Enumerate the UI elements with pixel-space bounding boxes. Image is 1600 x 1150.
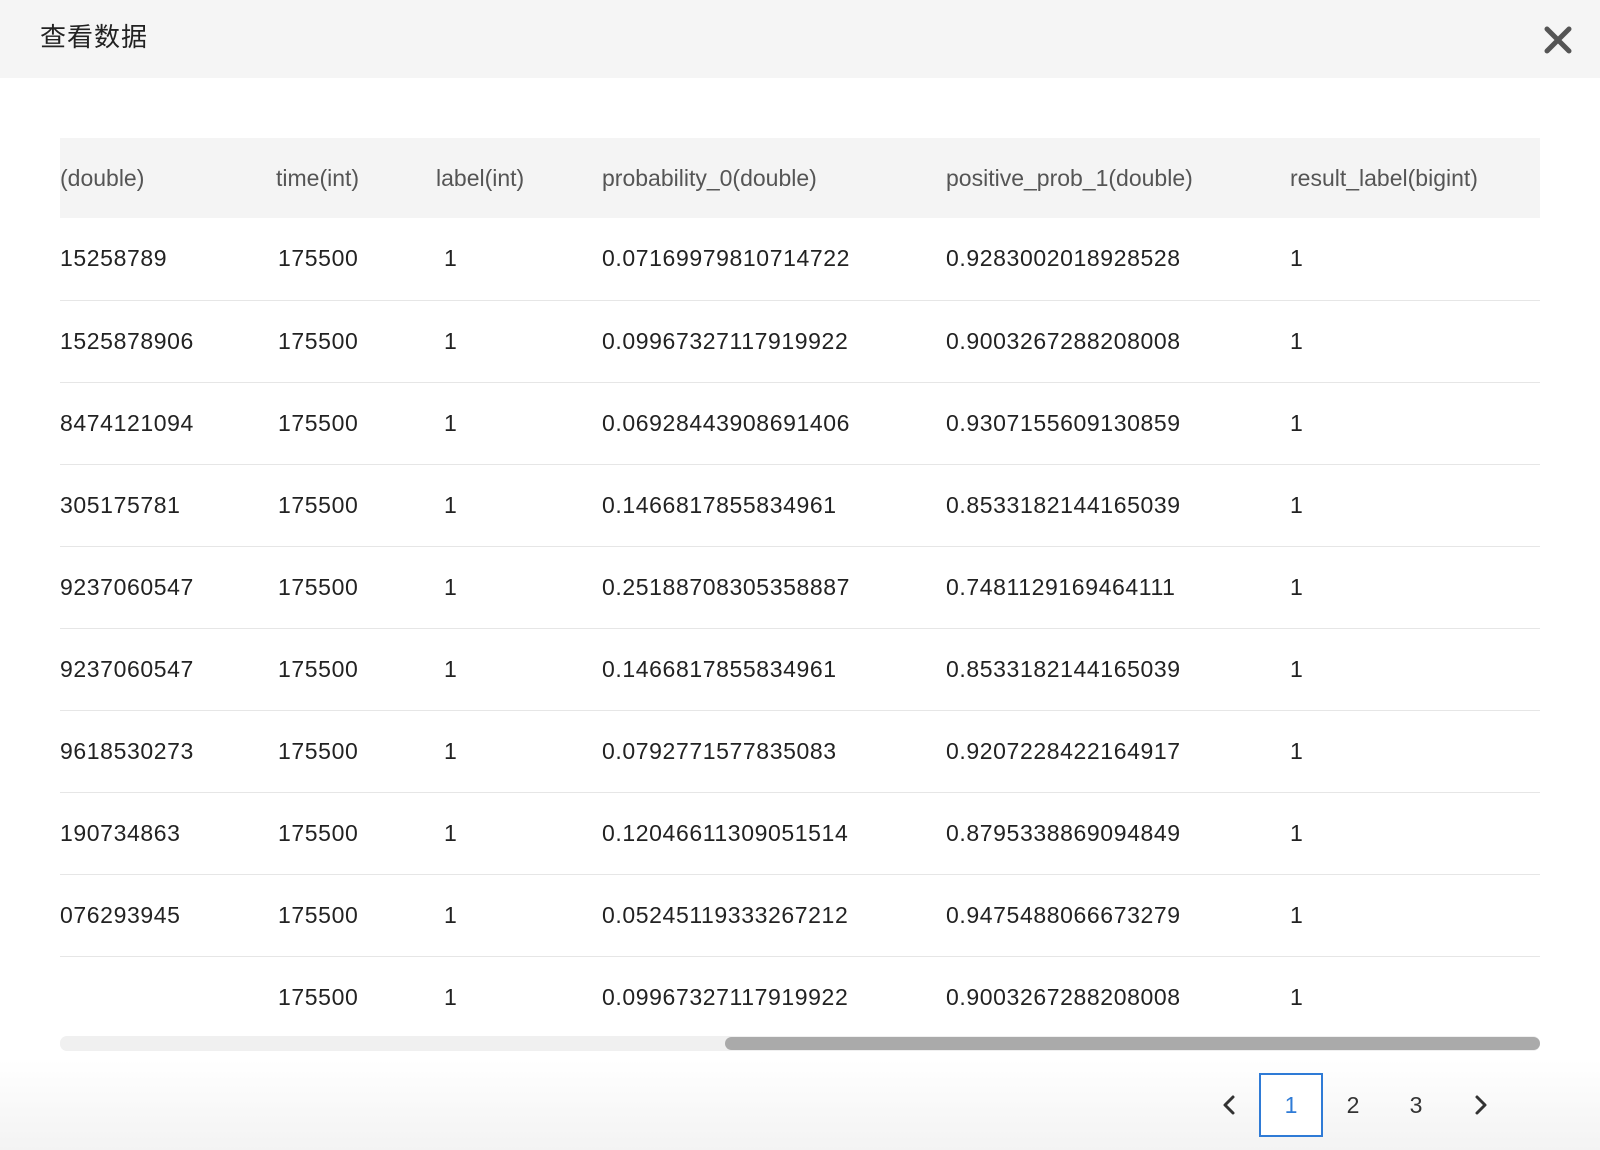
table-cell: 175500 xyxy=(278,819,359,846)
table-cell: 175500 xyxy=(278,573,359,600)
column-header: label(int) xyxy=(436,164,525,191)
table-cell: 0.09967327117919922 xyxy=(602,983,849,1010)
table-cell: 0.8533182144165039 xyxy=(946,491,1181,518)
table-header-row: (double) time(int) label(int) probabilit… xyxy=(60,138,1540,218)
table-cell: 1 xyxy=(1290,983,1304,1010)
column-header: time(int) xyxy=(276,164,360,191)
table-cell: 1 xyxy=(1290,573,1304,600)
table-cell: 0.06928443908691406 xyxy=(602,409,851,436)
table-cell: 175500 xyxy=(278,491,359,518)
table-cell: 1 xyxy=(444,655,458,682)
table-cell: 305175781 xyxy=(60,491,181,518)
chevron-right-icon xyxy=(1475,1095,1487,1115)
column-header: positive_prob_1(double) xyxy=(946,164,1193,191)
table-cell: 0.1466817855834961 xyxy=(602,491,837,518)
table-cell: 1 xyxy=(444,573,458,600)
table-cell: 9237060547 xyxy=(60,573,194,600)
table-row: 1525878906 175500 1 0.09967327117919922 0.90… xyxy=(60,300,1540,382)
table-cell: 15258789 xyxy=(60,245,168,272)
table-row: 9237060547 175500 1 0.25188708305358887 0.74… xyxy=(60,546,1540,628)
table-cell: 0.09967327117919922 xyxy=(602,327,849,354)
table-cell: 0.8795338869094849 xyxy=(946,819,1181,846)
table-cell: 175500 xyxy=(278,655,359,682)
table-cell: 1 xyxy=(1290,737,1304,764)
table-cell: 0.9307155609130859 xyxy=(946,409,1181,436)
table-cell: 1 xyxy=(1290,409,1304,436)
table-row: 076293945 175500 1 0.05245119333267212 0.947… xyxy=(60,874,1540,956)
table-row: 175500 1 0.09967327117919922 0.900326728820… xyxy=(60,956,1540,1038)
table-cell: 1 xyxy=(1290,901,1304,928)
table-cell: 0.9475488066673279 xyxy=(946,901,1181,928)
dialog-title: 查看数据 xyxy=(40,23,149,53)
scrollbar-thumb[interactable] xyxy=(725,1037,1540,1050)
table-cell: 9237060547 xyxy=(60,655,194,682)
table-cell: 1 xyxy=(1290,327,1304,354)
table-row: 9618530273 175500 1 0.0792771577835083 0.920… xyxy=(60,710,1540,792)
table-row: 190734863 175500 1 0.12046611309051514 0.879… xyxy=(60,792,1540,874)
table-cell: 0.9207228422164917 xyxy=(946,737,1181,764)
table-cell: 1 xyxy=(1290,491,1304,518)
column-header: result_label(bigint) xyxy=(1290,164,1478,191)
page-button-1[interactable]: 1 xyxy=(1259,1073,1323,1137)
table-cell: 1 xyxy=(444,327,458,354)
table-row: 15258789 175500 1 0.07169979810714722 0.9283… xyxy=(60,218,1540,300)
table-cell: 0.25188708305358887 xyxy=(602,573,851,600)
table-cell: 175500 xyxy=(278,409,359,436)
table-cell: 1 xyxy=(444,409,458,436)
prev-page-button[interactable] xyxy=(1198,1073,1262,1137)
table-cell: 0.05245119333267212 xyxy=(602,901,849,928)
table-cell: 0.9003267288208008 xyxy=(946,327,1181,354)
table-cell: 190734863 xyxy=(60,819,181,846)
table-cell: 1 xyxy=(444,819,458,846)
table-cell: 0.9003267288208008 xyxy=(946,983,1181,1010)
table-cell: 1 xyxy=(444,983,458,1010)
page-button-2[interactable]: 2 xyxy=(1321,1073,1385,1137)
table-cell: 175500 xyxy=(278,737,359,764)
table-cell: 1 xyxy=(444,245,458,272)
table-cell: 0.07169979810714722 xyxy=(602,245,851,272)
data-table-container[interactable]: (double) time(int) label(int) probabilit… xyxy=(60,138,1540,1053)
table-row: 8474121094 175500 1 0.06928443908691406 0.93… xyxy=(60,382,1540,464)
table-cell: 175500 xyxy=(278,327,359,354)
table-cell: 1 xyxy=(1290,819,1304,846)
table-cell: 8474121094 xyxy=(60,409,194,436)
horizontal-scrollbar[interactable] xyxy=(60,1036,1540,1051)
page-button-3[interactable]: 3 xyxy=(1384,1073,1448,1137)
table-cell: 076293945 xyxy=(60,901,181,928)
table-cell: 1 xyxy=(1290,655,1304,682)
next-page-button[interactable] xyxy=(1448,1073,1512,1137)
column-header: (double) xyxy=(60,164,145,191)
table-row: 305175781 175500 1 0.1466817855834961 0.8533… xyxy=(60,464,1540,546)
pagination: 1 2 3 xyxy=(1223,1073,1530,1137)
table-cell: 175500 xyxy=(278,245,359,272)
table-cell: 0.1466817855834961 xyxy=(602,655,837,682)
data-table: (double) time(int) label(int) probabilit… xyxy=(60,138,1540,1038)
table-cell: 1 xyxy=(444,901,458,928)
chevron-left-icon xyxy=(1223,1095,1235,1115)
table-cell: 1525878906 xyxy=(60,327,194,354)
table-cell: 9618530273 xyxy=(60,737,194,764)
table-cell: 0.8533182144165039 xyxy=(946,655,1181,682)
table-cell: 0.12046611309051514 xyxy=(602,819,849,846)
close-icon xyxy=(1544,26,1572,54)
table-cell: 0.0792771577835083 xyxy=(602,737,837,764)
dialog-header: 查看数据 xyxy=(0,0,1600,78)
table-cell xyxy=(60,956,276,1038)
table-cell: 0.9283002018928528 xyxy=(946,245,1181,272)
table-cell: 175500 xyxy=(278,901,359,928)
table-cell: 1 xyxy=(444,491,458,518)
close-button[interactable] xyxy=(1538,20,1578,60)
table-cell: 0.7481129169464111 xyxy=(946,573,1176,600)
table-cell: 175500 xyxy=(278,983,359,1010)
table-cell: 1 xyxy=(444,737,458,764)
table-row: 9237060547 175500 1 0.1466817855834961 0.853… xyxy=(60,628,1540,710)
table-cell: 1 xyxy=(1290,245,1304,272)
column-header: probability_0(double) xyxy=(602,164,817,191)
